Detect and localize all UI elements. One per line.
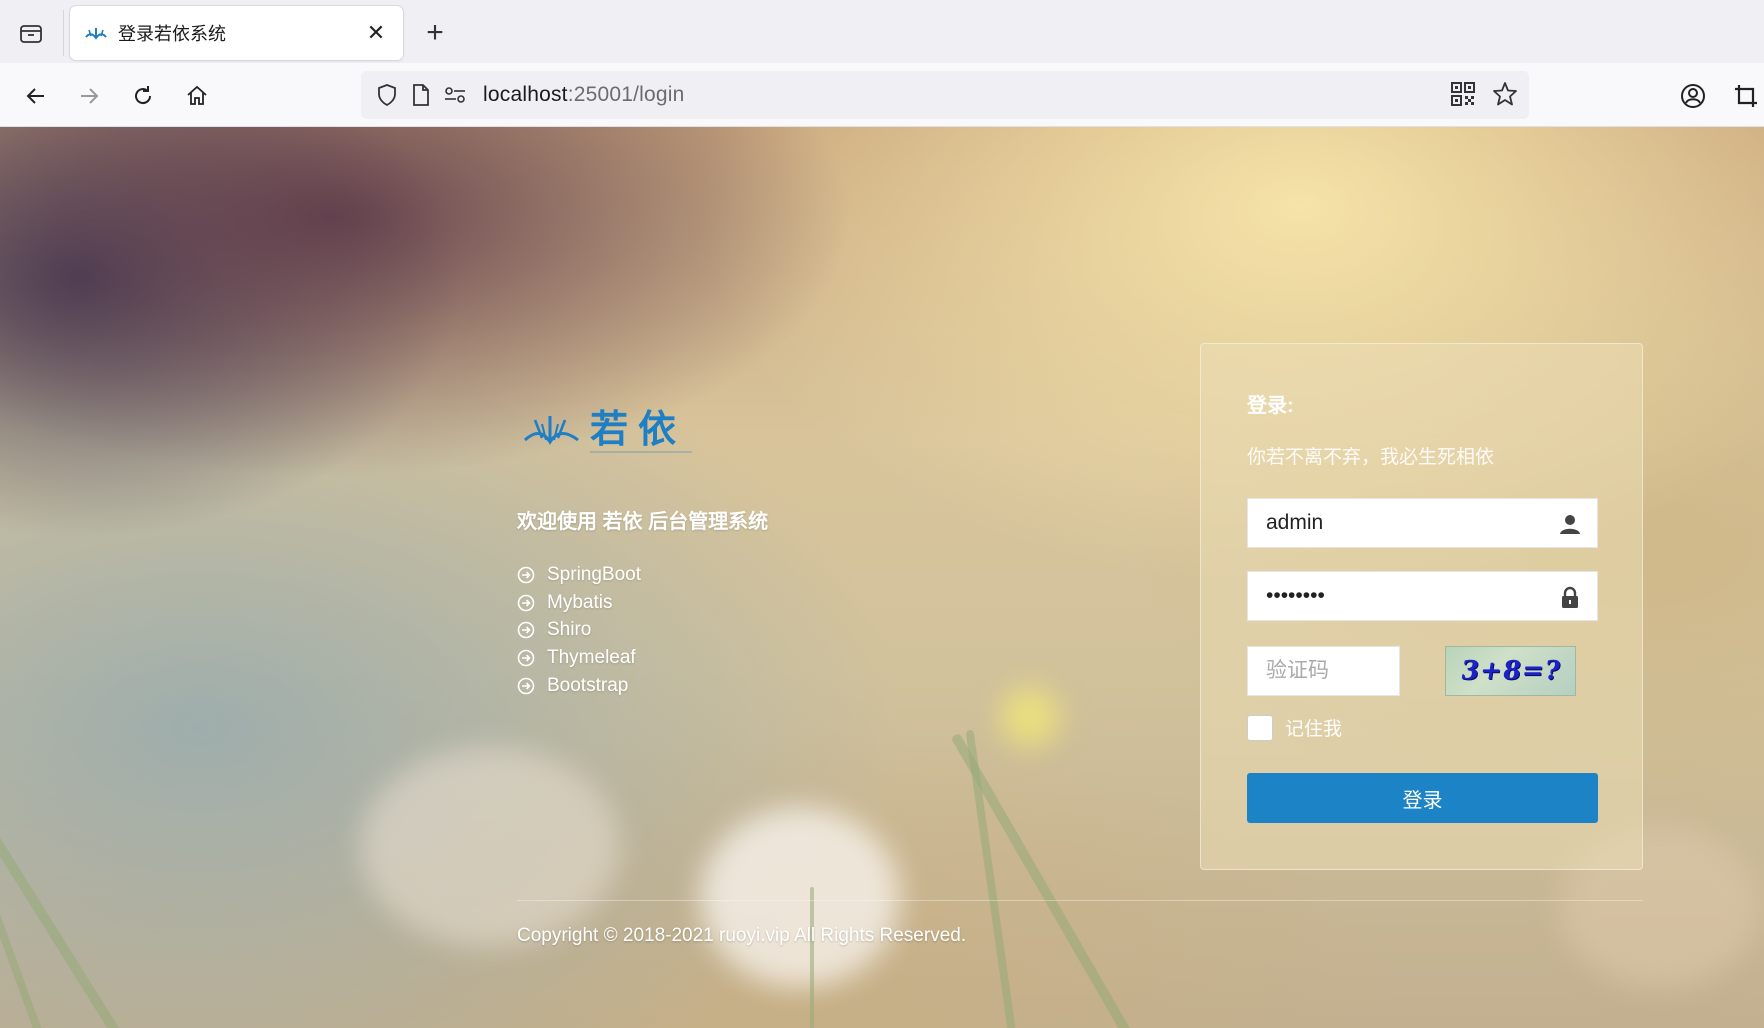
- list-item: Thymeleaf: [517, 644, 641, 672]
- lotus-logo-icon: [523, 416, 579, 445]
- url-path: :25001/login: [567, 83, 685, 106]
- navigation-toolbar: localhost:25001/login: [0, 63, 1764, 127]
- tech-name: Thymeleaf: [547, 647, 636, 669]
- list-item: Shiro: [517, 617, 641, 645]
- active-tab[interactable]: 登录若依系统 ✕: [70, 6, 403, 60]
- circle-arrow-right-icon: [517, 677, 535, 695]
- flower-blur: [1000, 687, 1060, 747]
- circle-arrow-right-icon: [517, 566, 535, 584]
- login-form: 登录: 你若不离不弃，我必生死相依 3+8=? 记住我 登录: [1200, 343, 1643, 870]
- captcha-image[interactable]: 3+8=?: [1445, 646, 1576, 696]
- circle-arrow-right-icon: [517, 622, 535, 639]
- tech-name: SpringBoot: [547, 563, 642, 585]
- lock-icon: [1562, 586, 1578, 608]
- reload-icon[interactable]: [127, 80, 159, 112]
- url-host: localhost: [483, 83, 568, 106]
- account-icon[interactable]: [1677, 80, 1709, 112]
- url-text[interactable]: localhost:25001/login: [483, 83, 685, 107]
- user-icon: [1560, 515, 1580, 534]
- circle-arrow-right-icon: [517, 594, 535, 611]
- back-icon[interactable]: [20, 80, 52, 112]
- address-bar[interactable]: localhost:25001/login: [361, 71, 1529, 119]
- home-icon[interactable]: [181, 80, 213, 112]
- password-input[interactable]: [1266, 584, 1556, 608]
- list-item: Bootstrap: [517, 672, 641, 700]
- logo-wordmark: 若依: [590, 407, 686, 451]
- ruoyi-logo: 若依: [523, 407, 692, 453]
- shield-icon[interactable]: [373, 81, 401, 109]
- tech-name: Shiro: [547, 619, 592, 641]
- tab-bar: 登录若依系统 ✕ +: [0, 0, 1764, 63]
- tab-title: 登录若依系统: [118, 24, 226, 44]
- username-input[interactable]: [1266, 511, 1556, 535]
- welcome-heading: 欢迎使用 若依 后台管理系统: [517, 511, 769, 533]
- list-item: Mybatis: [517, 589, 641, 617]
- ruoyi-favicon-icon: [85, 28, 107, 40]
- qr-code-icon[interactable]: [1449, 80, 1477, 113]
- dandelion-blur: [700, 807, 900, 987]
- tab-close-icon[interactable]: ✕: [363, 20, 389, 46]
- footer-divider: [517, 900, 1643, 901]
- remember-me-checkbox[interactable]: [1247, 714, 1273, 741]
- login-page: 若依 欢迎使用 若依 后台管理系统 SpringBoot Mybatis Shi…: [0, 127, 1764, 1028]
- remember-me-label: 记住我: [1285, 719, 1343, 740]
- list-item: SpringBoot: [517, 561, 641, 589]
- new-tab-button[interactable]: +: [420, 16, 450, 49]
- remember-me[interactable]: 记住我: [1247, 714, 1342, 741]
- circle-arrow-right-icon: [517, 649, 535, 667]
- tech-stack-list: SpringBoot Mybatis Shiro Thymeleaf Boots…: [517, 561, 641, 700]
- permissions-icon[interactable]: [441, 81, 469, 109]
- grass-stem: [965, 729, 1018, 1028]
- background-blur: [360, 747, 620, 947]
- login-title: 登录:: [1247, 395, 1294, 417]
- tech-name: Mybatis: [547, 591, 613, 613]
- captcha-text: 3+8=?: [1458, 656, 1563, 686]
- page-info-icon[interactable]: [407, 81, 435, 109]
- forward-icon[interactable]: [73, 80, 105, 112]
- tabbar-divider: [63, 10, 64, 56]
- login-button[interactable]: 登录: [1247, 773, 1598, 823]
- screenshot-crop-icon[interactable]: [1730, 80, 1762, 112]
- dandelion-stem: [810, 887, 814, 1028]
- copyright-text: Copyright © 2018-2021 ruoyi.vip All Righ…: [517, 925, 967, 946]
- bookmark-star-icon[interactable]: [1491, 80, 1519, 113]
- username-field[interactable]: [1247, 498, 1598, 548]
- login-subtitle: 你若不离不弃，我必生死相依: [1247, 447, 1495, 468]
- tab-overview-icon[interactable]: [16, 21, 46, 47]
- password-field[interactable]: [1247, 571, 1598, 621]
- tech-name: Bootstrap: [547, 675, 629, 697]
- captcha-field[interactable]: [1247, 646, 1400, 696]
- captcha-input[interactable]: [1266, 659, 1386, 683]
